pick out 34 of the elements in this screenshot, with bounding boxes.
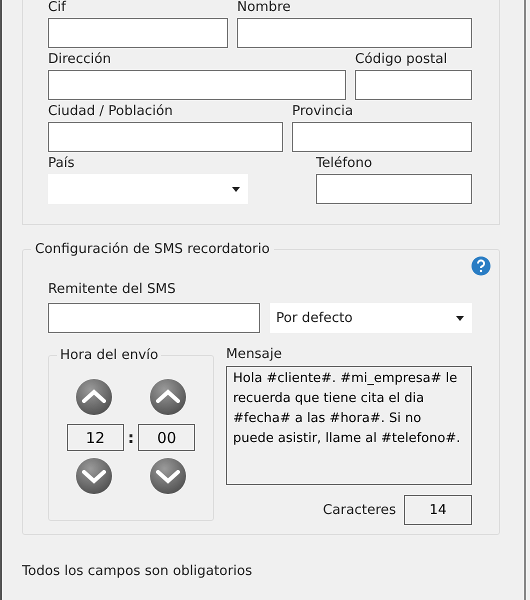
text-field[interactable]	[48, 122, 283, 152]
up-arrow-button[interactable]	[74, 378, 114, 418]
time-separator: :	[128, 428, 134, 447]
field-label: Remitente del SMS	[48, 282, 177, 297]
footer-note: Todos los campos son obligatorios	[22, 563, 254, 579]
text-field[interactable]	[316, 174, 472, 204]
down-arrow-button[interactable]	[74, 457, 114, 497]
section-title: Configuración de SMS recordatorio	[31, 241, 274, 257]
field-label: Mensaje	[226, 347, 283, 362]
minute-field[interactable]: 00	[138, 424, 196, 451]
field-label: Dirección	[48, 52, 112, 67]
message-field[interactable]: Hola #cliente#. #mi_empresa# le recuerda que tiene cita el dia #fecha# a las #hora#. Si no puede asistir, llame al #telefono#.	[226, 366, 472, 485]
help-icon[interactable]	[471, 256, 491, 276]
down-arrow-button[interactable]	[148, 457, 188, 497]
text-field[interactable]	[48, 18, 228, 48]
field-label: Provincia	[292, 104, 354, 119]
field-label: Cif	[48, 0, 68, 15]
field-label: País	[48, 156, 76, 171]
up-arrow-button[interactable]	[148, 378, 188, 418]
caret-icon	[456, 316, 464, 320]
caret-icon	[232, 186, 240, 192]
field-label: Caracteres	[322, 502, 396, 518]
field-label: Código postal	[355, 52, 448, 67]
character-count-field[interactable]: 14	[404, 495, 472, 525]
text-field[interactable]	[355, 70, 472, 100]
hour-field[interactable]: 12	[66, 424, 124, 451]
text-field[interactable]	[48, 303, 260, 333]
field-label: Nombre	[237, 0, 292, 15]
field-label: Ciudad / Población	[48, 104, 174, 119]
field-label: Teléfono	[316, 156, 374, 171]
text-field[interactable]	[237, 18, 472, 48]
dropdown[interactable]: Por defecto	[270, 303, 472, 333]
text-field[interactable]	[48, 70, 346, 100]
text-field[interactable]	[292, 122, 472, 152]
